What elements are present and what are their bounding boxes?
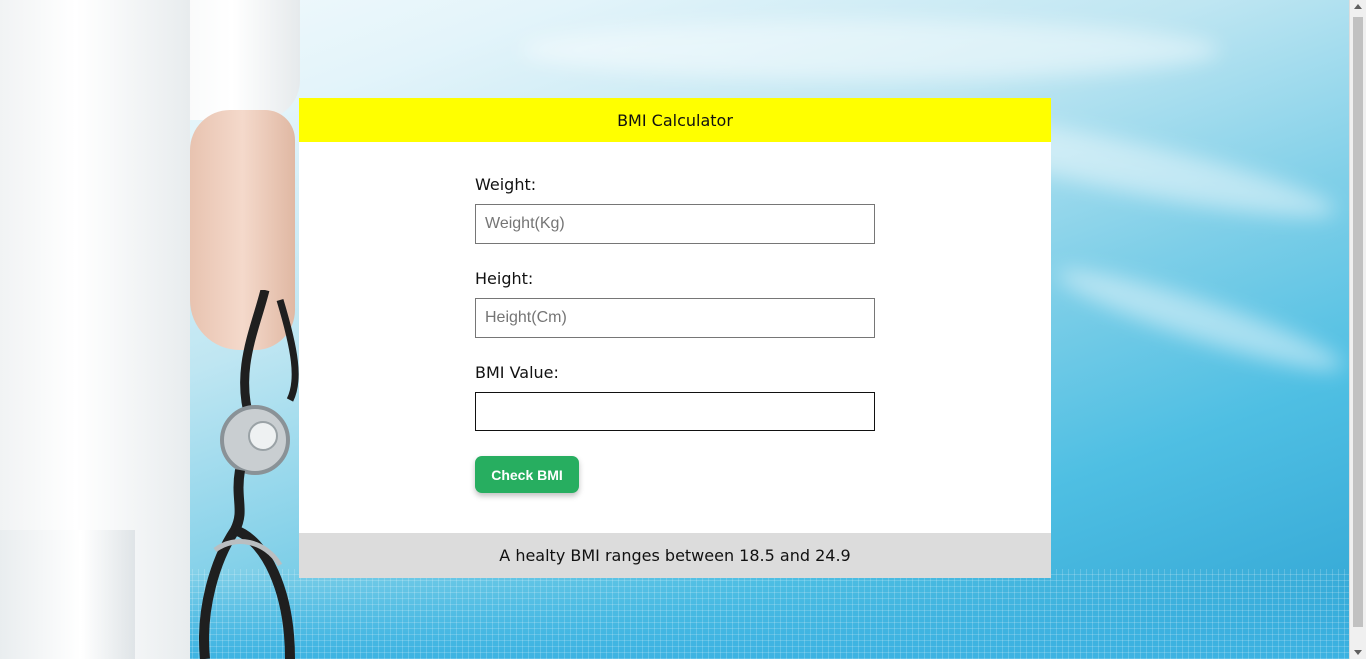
stethoscope-icon bbox=[199, 290, 299, 659]
height-label: Height: bbox=[475, 269, 534, 288]
healthy-range-note: A healty BMI ranges between 18.5 and 24.… bbox=[499, 546, 851, 565]
card-body: Weight: Height: BMI Value: Check BMI bbox=[299, 142, 1051, 533]
height-input[interactable] bbox=[475, 298, 875, 338]
card-title: BMI Calculator bbox=[617, 110, 733, 130]
bmi-calculator-card: BMI Calculator Weight: Height: BMI Value… bbox=[299, 98, 1051, 578]
doctor-coat-lower bbox=[0, 530, 135, 659]
weight-label: Weight: bbox=[475, 175, 537, 194]
bmi-value-label: BMI Value: bbox=[475, 363, 559, 382]
card-header: BMI Calculator bbox=[299, 98, 1051, 142]
page: BMI Calculator Weight: Height: BMI Value… bbox=[0, 0, 1366, 659]
background-light-streak bbox=[1051, 254, 1349, 386]
scrollbar-thumb[interactable] bbox=[1353, 17, 1363, 627]
weight-input[interactable] bbox=[475, 204, 875, 244]
card-footer: A healty BMI ranges between 18.5 and 24.… bbox=[299, 533, 1051, 578]
check-bmi-button[interactable]: Check BMI bbox=[475, 456, 579, 493]
vertical-scrollbar[interactable] bbox=[1349, 0, 1366, 659]
scroll-down-arrow-icon[interactable] bbox=[1354, 650, 1362, 655]
background-light-streak bbox=[520, 20, 1220, 80]
bmi-value-field[interactable] bbox=[475, 392, 875, 431]
scroll-up-arrow-icon[interactable] bbox=[1354, 4, 1362, 9]
